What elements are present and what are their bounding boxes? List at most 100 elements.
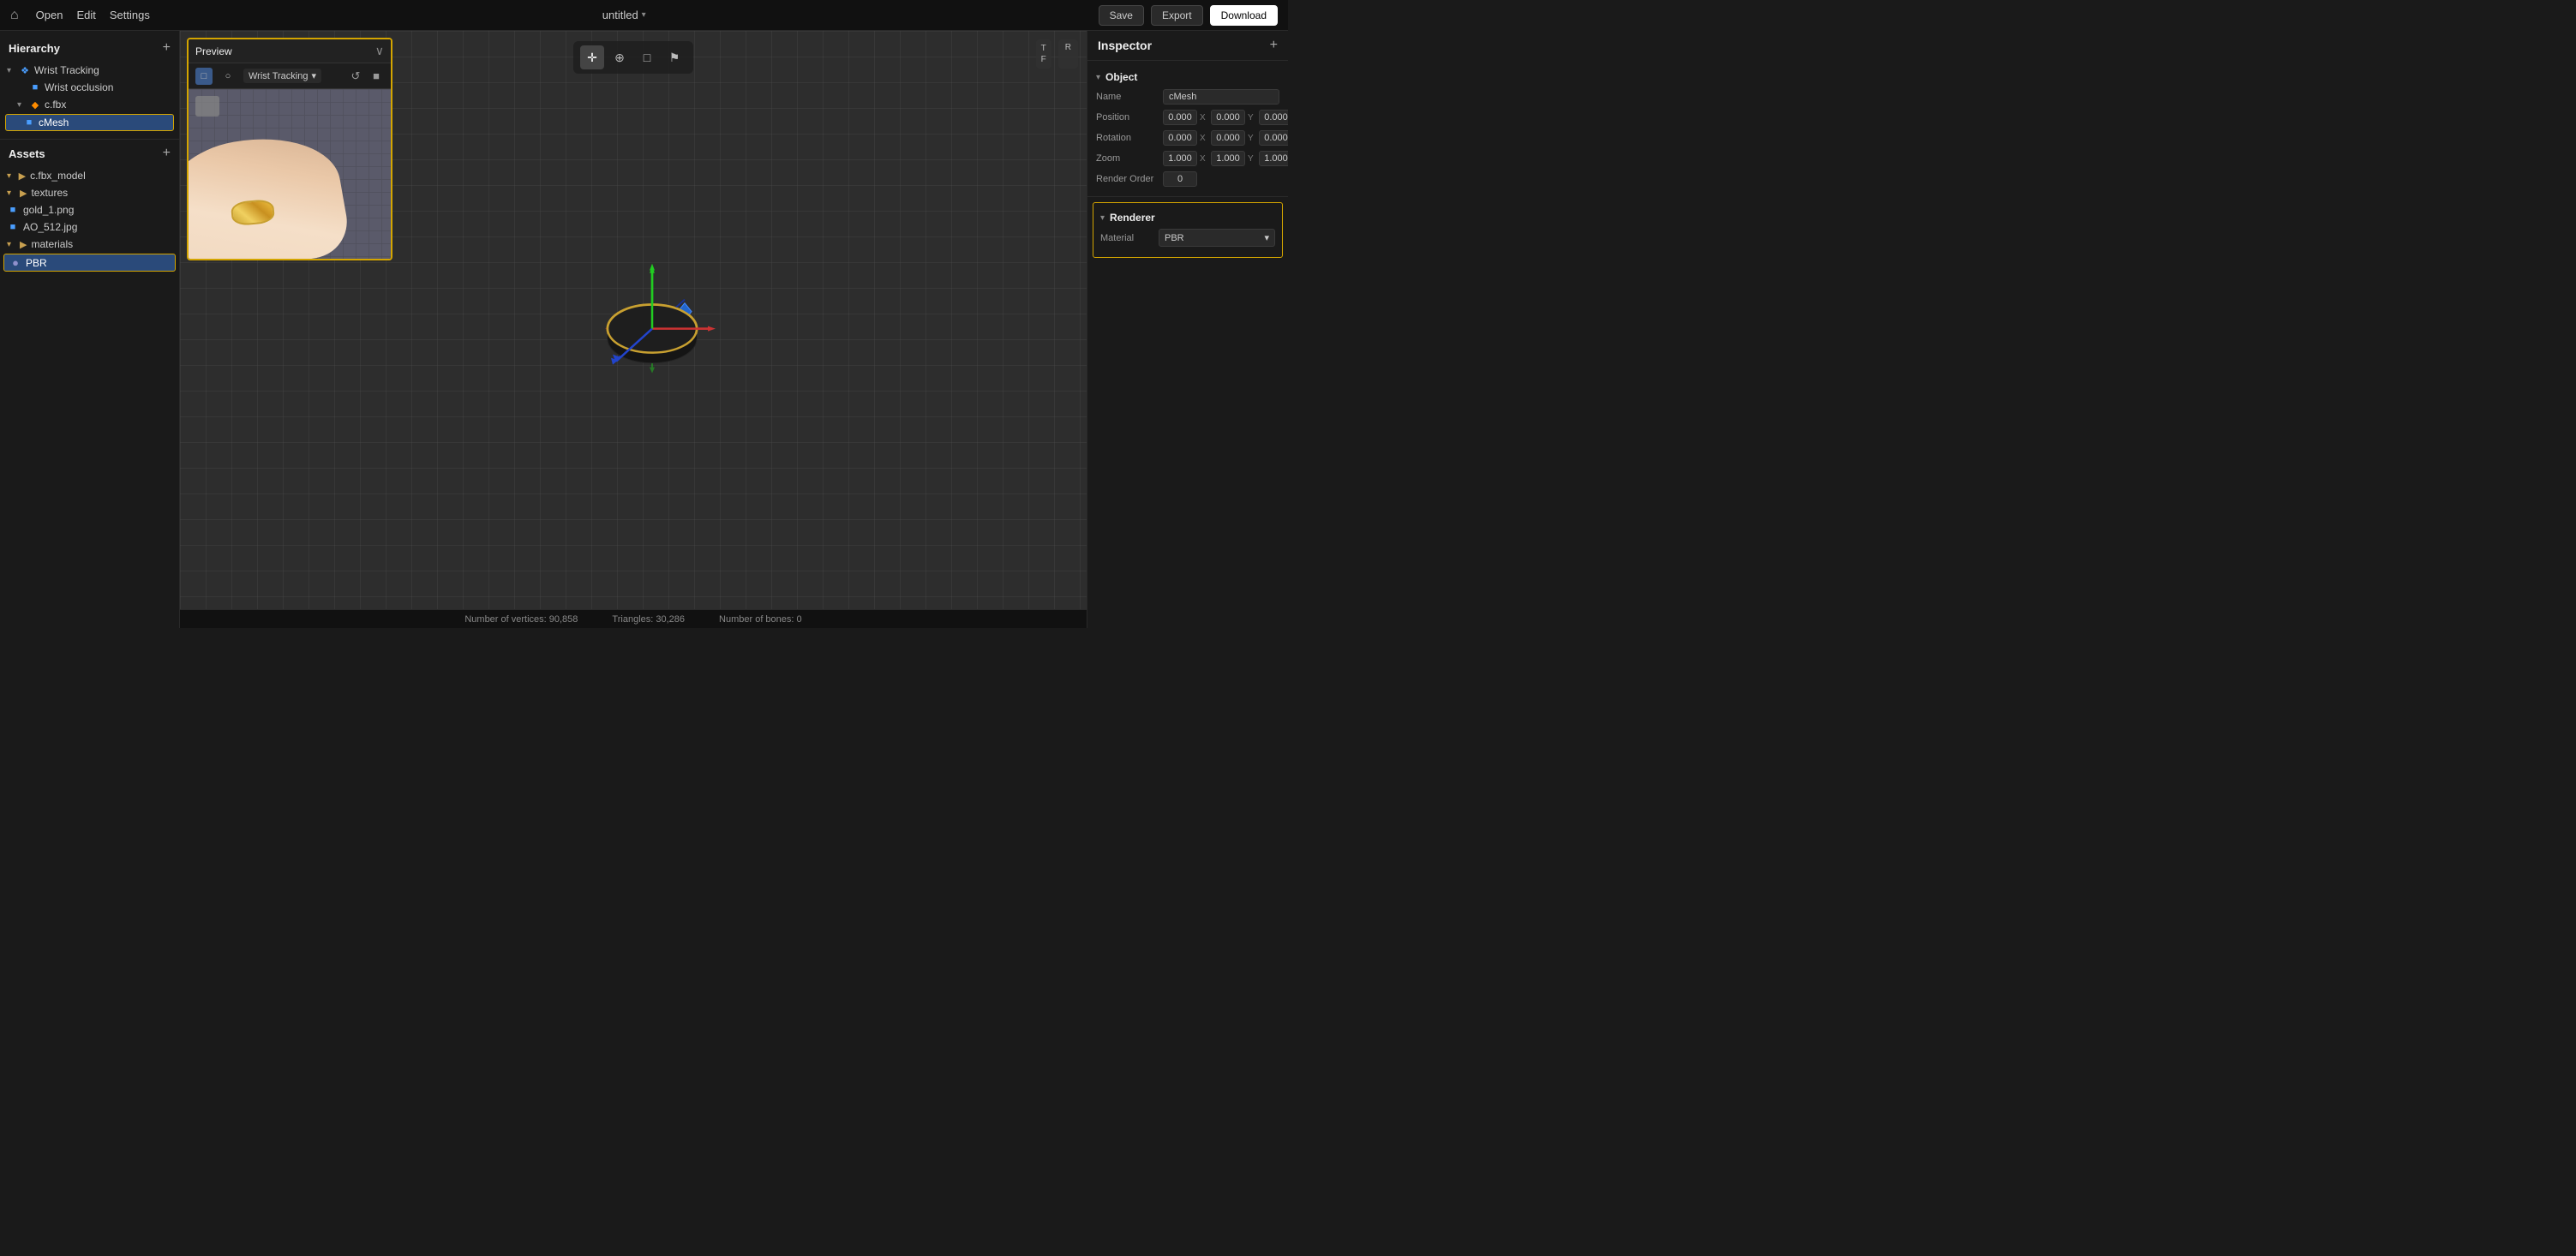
asset-item-materials[interactable]: ▾ ▶ materials (0, 236, 179, 253)
asset-item-gold-png[interactable]: ■ gold_1.png (0, 201, 179, 218)
asset-label: materials (31, 238, 73, 250)
node-icon: ■ (29, 82, 41, 93)
position-z-input[interactable]: 0.000 (1259, 110, 1288, 125)
hierarchy-header: Hierarchy + (0, 38, 179, 58)
rotation-label: Rotation (1096, 133, 1158, 143)
zoom-values: 1.000 X 1.000 Y 1.000 Z (1163, 151, 1288, 166)
hierarchy-add-button[interactable]: + (163, 41, 171, 55)
topbar: ⌂ Open Edit Settings untitled ▾ Save Exp… (0, 0, 1288, 31)
top-menu: Open Edit Settings (36, 9, 150, 21)
tree-item-label: c.fbx (45, 99, 66, 111)
hierarchy-title: Hierarchy (9, 42, 60, 55)
asset-label: AO_512.jpg (23, 221, 77, 233)
center-area: ✛ ⊕ □ ⚑ TF R (180, 31, 1087, 628)
preview-stop-button[interactable]: ■ (368, 69, 384, 84)
asset-label: PBR (26, 257, 47, 269)
folder-icon: ▶ (20, 239, 27, 250)
material-dropdown[interactable]: PBR ▾ (1159, 229, 1275, 247)
menu-settings[interactable]: Settings (110, 9, 150, 21)
material-icon: ● (9, 256, 21, 269)
section-arrow: ▾ (1096, 73, 1100, 82)
zoom-y-input[interactable]: 1.000 (1211, 151, 1245, 166)
title-chevron[interactable]: ▾ (642, 10, 646, 20)
scale-tool[interactable]: □ (635, 45, 659, 69)
hierarchy-item-cmesh[interactable]: ■ cMesh (5, 114, 174, 131)
position-x-input[interactable]: 0.000 (1163, 110, 1197, 125)
preview-scene-dropdown[interactable]: Wrist Tracking ▾ (243, 69, 321, 83)
preview-scene-label: Wrist Tracking (249, 71, 308, 81)
rotation-y-input[interactable]: 0.000 (1211, 130, 1245, 146)
left-panel: Hierarchy + ▾ ❖ Wrist Tracking ■ Wrist o… (0, 31, 180, 628)
home-button[interactable]: ⌂ (10, 8, 19, 23)
preview-titlebar: Preview ∨ (189, 39, 391, 63)
viewport[interactable]: ✛ ⊕ □ ⚑ TF R (180, 31, 1087, 609)
menu-edit[interactable]: Edit (76, 9, 95, 21)
inspector-object-section: ▾ Object Name cMesh Position 0.000 X 0.0… (1087, 61, 1288, 197)
preview-circle-button[interactable]: ○ (219, 68, 237, 85)
assets-title: Assets (9, 147, 45, 160)
expand-icon: ▾ (7, 66, 15, 75)
position-label: Position (1096, 112, 1158, 123)
zoom-z-input[interactable]: 1.000 (1259, 151, 1288, 166)
zoom-x-input[interactable]: 1.000 (1163, 151, 1197, 166)
object-section-header[interactable]: ▾ Object (1087, 68, 1288, 87)
material-value: PBR (1165, 233, 1184, 243)
nav-cube[interactable]: TF (1036, 39, 1051, 69)
preview-camera-button[interactable]: □ (195, 68, 213, 85)
hierarchy-item-wrist-occlusion[interactable]: ■ Wrist occlusion (0, 79, 179, 96)
rotate-tool[interactable]: ⊕ (608, 45, 632, 69)
render-order-input[interactable]: 0 (1163, 171, 1197, 187)
rotation-property: Rotation 0.000 X 0.000 Y 0.000 Z (1087, 128, 1288, 148)
asset-item-cfbx-model[interactable]: ▾ ▶ (0, 167, 179, 184)
preview-window: Preview ∨ □ ○ Wrist Tracking ▾ ↺ ■ (187, 38, 392, 260)
expand-icon: ▾ (7, 188, 15, 198)
camera-device (195, 96, 219, 117)
preview-controls: □ ○ Wrist Tracking ▾ ↺ ■ (189, 63, 391, 89)
rotation-z-input[interactable]: 0.000 (1259, 130, 1288, 146)
anchor-tool[interactable]: ⚑ (662, 45, 686, 69)
preview-close-button[interactable]: ∨ (375, 44, 384, 58)
inspector-add-button[interactable]: + (1270, 38, 1278, 53)
folder-icon: ▶ (20, 188, 27, 199)
topbar-actions: Save Export Download (1099, 5, 1278, 26)
tree-item-label: Wrist Tracking (34, 64, 99, 76)
save-button[interactable]: Save (1099, 5, 1144, 26)
export-button[interactable]: Export (1151, 5, 1203, 26)
3d-gizmo-svg (558, 234, 746, 422)
rotation-x-input[interactable]: 0.000 (1163, 130, 1197, 146)
preview-title: Preview (195, 45, 232, 57)
nav-r-button[interactable]: R (1058, 39, 1078, 69)
asset-name-input[interactable] (30, 170, 172, 182)
preview-actions: ↺ ■ (348, 69, 384, 84)
renderer-section-title: Renderer (1110, 212, 1155, 224)
move-tool[interactable]: ✛ (580, 45, 604, 69)
asset-item-pbr[interactable]: ● PBR (3, 254, 176, 272)
material-property: Material PBR ▾ (1093, 225, 1282, 250)
node-icon: ❖ (19, 65, 31, 76)
bones-count: Number of bones: 0 (719, 614, 802, 625)
inspector-header: Inspector + (1087, 31, 1288, 61)
node-icon: ■ (23, 117, 35, 128)
download-button[interactable]: Download (1210, 5, 1278, 26)
preview-refresh-button[interactable]: ↺ (348, 69, 363, 84)
dropdown-chevron: ▾ (311, 70, 316, 81)
menu-open[interactable]: Open (36, 9, 63, 21)
tree-item-label: Wrist occlusion (45, 81, 113, 93)
assets-header: Assets + (0, 143, 179, 164)
hierarchy-item-wrist-tracking[interactable]: ▾ ❖ Wrist Tracking (0, 62, 179, 79)
name-value[interactable]: cMesh (1163, 89, 1279, 105)
document-title: untitled ▾ (167, 9, 1081, 21)
position-y-input[interactable]: 0.000 (1211, 110, 1245, 125)
assets-add-button[interactable]: + (163, 147, 171, 160)
position-property: Position 0.000 X 0.000 Y 0.000 Z (1087, 107, 1288, 128)
asset-item-ao-jpg[interactable]: ■ AO_512.jpg (0, 218, 179, 236)
renderer-section-header[interactable]: ▾ Renderer (1093, 210, 1282, 225)
rotation-values: 0.000 X 0.000 Y 0.000 Z (1163, 130, 1288, 146)
asset-label: textures (31, 187, 68, 199)
hierarchy-item-cfbx[interactable]: ▾ ◆ c.fbx (0, 96, 179, 113)
name-property: Name cMesh (1087, 87, 1288, 107)
asset-item-textures[interactable]: ▾ ▶ textures (0, 184, 179, 201)
title-text: untitled (602, 9, 638, 21)
name-label: Name (1096, 92, 1158, 102)
material-label: Material (1100, 233, 1152, 243)
